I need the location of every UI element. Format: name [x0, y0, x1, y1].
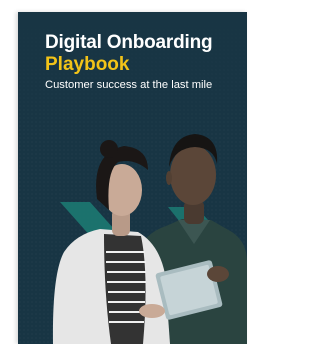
book-cover[interactable]: Digital Onboarding Playbook Customer suc… [18, 12, 247, 344]
cover-title-accent: Playbook [45, 54, 130, 75]
page: Digital Onboarding Playbook Customer suc… [0, 0, 247, 344]
cover-subtitle: Customer success at the last mile [45, 79, 213, 91]
cover-title: Digital Onboarding [45, 32, 213, 53]
